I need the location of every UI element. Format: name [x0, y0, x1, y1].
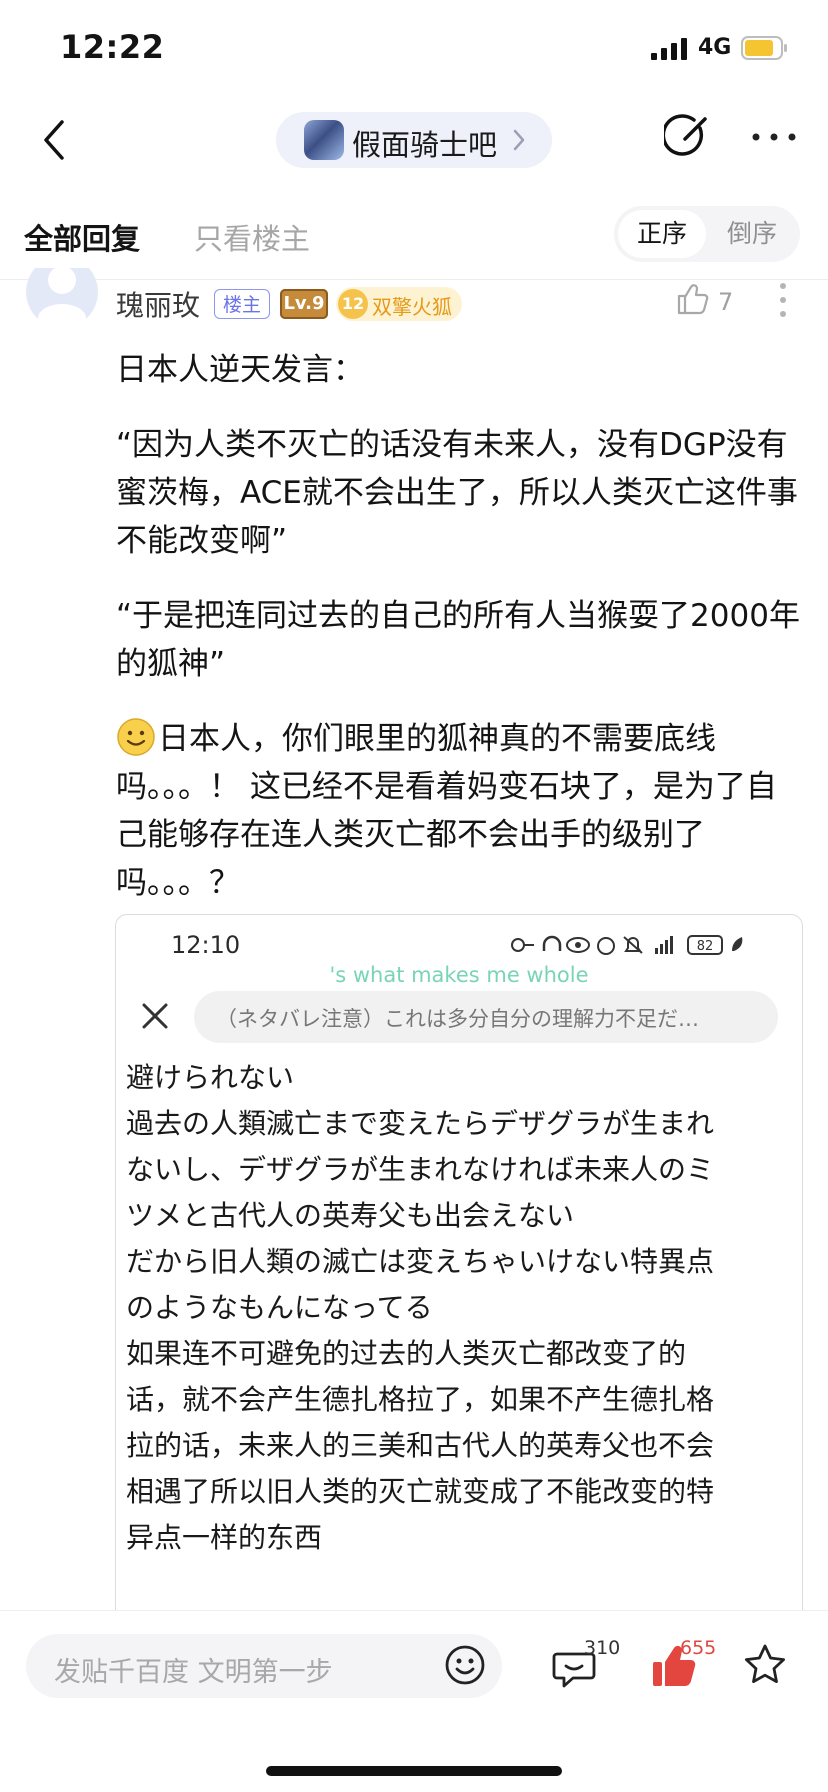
embedded-status-icons: 82: [511, 935, 743, 955]
forum-avatar: [304, 120, 344, 160]
embedded-status-time: 12:10: [171, 931, 241, 959]
post-paragraph: “因为人类不灭亡的话没有未来人，没有DGP没有蜜茨梅，ACE就不会出生了，所以人…: [116, 427, 798, 559]
embedded-text-block: 避けられない 過去の人類滅亡まで変えたらデザグラが生まれ ないし、デザグラが生ま…: [126, 1055, 792, 1561]
embedded-song-lyric: 's what makes me whole: [329, 963, 589, 987]
like-count: 7: [718, 288, 734, 316]
chevron-right-icon: [513, 129, 525, 151]
thumbs-up-icon[interactable]: [675, 282, 709, 316]
post-paragraph-with-emoji: 日本人，你们眼里的狐神真的不需要底线吗。。。！ 这已经不是看着妈变石块了，是为了…: [116, 715, 806, 907]
sort-descending-button[interactable]: 倒序: [708, 210, 796, 258]
post-paragraph: 日本人逆天发言：: [116, 352, 364, 388]
star-favorite-icon[interactable]: [742, 1642, 788, 1688]
bottom-divider: [0, 1610, 828, 1611]
back-arrow-icon[interactable]: [38, 118, 72, 162]
emoji-icon[interactable]: [444, 1644, 486, 1686]
post-paragraph: “于是把连同过去的自己的所有人当猴耍了2000年的狐神”: [116, 598, 800, 682]
edit-share-icon[interactable]: [664, 114, 710, 160]
embedded-text-line: ないし、デザグラが生まれなければ未来人のミ: [126, 1153, 715, 1186]
embedded-text-line: 相遇了所以旧人类的灭亡就变成了不能改变的特: [126, 1475, 715, 1508]
sort-ascending-button[interactable]: 正序: [618, 210, 706, 258]
close-icon: [142, 1003, 168, 1029]
embedded-text-line: だから旧人類の滅亡は変えちゃいけない特異点: [126, 1245, 715, 1278]
post-content: 日本人逆天发言： “因为人类不灭亡的话没有未来人，没有DGP没有蜜茨梅，ACE就…: [116, 346, 806, 934]
avatar[interactable]: [26, 268, 98, 332]
embedded-text-line: 拉的话，未来人的三美和古代人的英寿父也不会: [126, 1429, 715, 1462]
embedded-text-line: 异点一样的东西: [126, 1521, 323, 1554]
username[interactable]: 瑰丽玫: [116, 284, 200, 324]
comment-count: 310: [584, 1637, 621, 1659]
post-paragraph-text: 日本人，你们眼里的狐神真的不需要底线吗。。。！ 这已经不是看着妈变石块了，是为了…: [116, 721, 777, 901]
embedded-text-line: のようなもんになってる: [126, 1291, 433, 1324]
embedded-battery-level: 82: [697, 939, 714, 954]
embedded-search-text: （ネタバレ注意）これは多分自分の理解力不足だ…: [216, 1007, 699, 1031]
embedded-screenshot[interactable]: 12:10 82 's what makes me whole （ネタバレ注意）…: [115, 914, 803, 1615]
home-indicator: [266, 1766, 562, 1776]
level-badge: Lv.9: [280, 289, 328, 319]
embedded-text-line: 如果连不可避免的过去的人类灭亡都改变了的: [126, 1337, 687, 1370]
embedded-text-line: 话，就不会产生德扎格拉了，如果不产生德扎格: [126, 1383, 715, 1416]
rank-number: 12: [338, 289, 368, 319]
like-total-count: 655: [680, 1637, 717, 1659]
signal-icon: [651, 38, 687, 60]
post-more-icon[interactable]: [779, 282, 787, 318]
tab-only-op[interactable]: 只看楼主: [194, 216, 310, 258]
network-type: 4G: [698, 35, 732, 60]
op-badge: 楼主: [214, 289, 270, 319]
status-time: 12:22: [60, 28, 165, 66]
more-options-icon[interactable]: [752, 131, 796, 143]
smile-emoji-icon: [117, 718, 155, 756]
reply-placeholder[interactable]: 发贴千百度 文明第一步: [54, 1650, 333, 1689]
tab-all-replies[interactable]: 全部回复: [24, 216, 140, 258]
tabs-divider: [0, 279, 828, 280]
embedded-text-line: 避けられない: [126, 1061, 295, 1094]
rank-title: 双擎火狐: [372, 295, 452, 319]
embedded-text-line: ツメと古代人の英寿父も出会えない: [126, 1199, 575, 1232]
embedded-text-line: 過去の人類滅亡まで変えたらデザグラが生まれ: [126, 1107, 715, 1140]
forum-name[interactable]: 假面骑士吧: [352, 122, 497, 164]
battery-icon: [741, 36, 787, 60]
